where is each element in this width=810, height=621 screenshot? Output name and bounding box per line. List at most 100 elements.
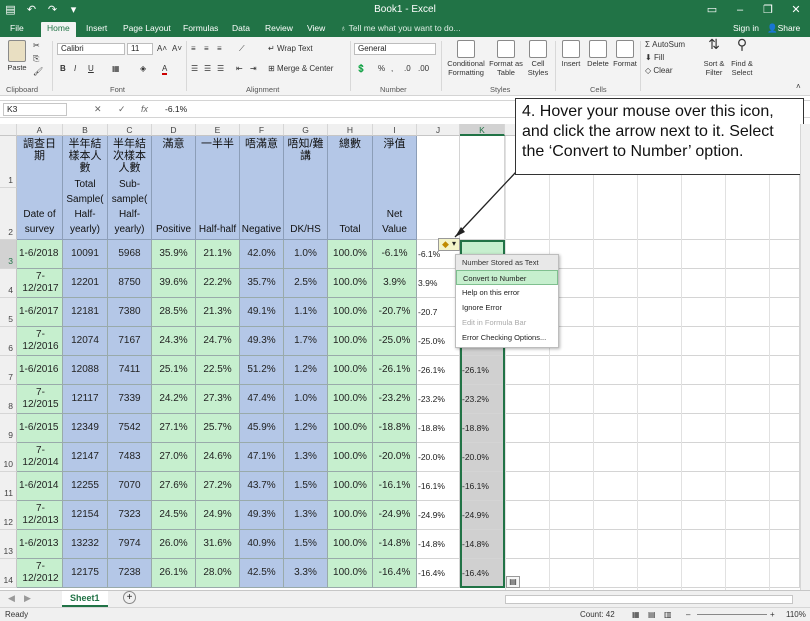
data-cell[interactable]: 28.5% (152, 298, 196, 327)
data-cell[interactable]: 1.1% (284, 298, 328, 327)
align-bottom-icon[interactable]: ≡ (217, 43, 222, 55)
grid-cell[interactable] (417, 136, 460, 240)
bold-icon[interactable]: B (60, 63, 66, 75)
data-cell[interactable]: 1-6/2015 (17, 414, 63, 443)
data-cell[interactable]: 1.0% (284, 240, 328, 269)
data-cell[interactable]: 1-6/2013 (17, 530, 63, 559)
paste-button[interactable]: Paste (5, 40, 29, 72)
percent-icon[interactable]: % (378, 63, 385, 75)
row-header-14[interactable]: 14 (0, 559, 17, 588)
data-cell[interactable]: 25.1% (152, 356, 196, 385)
data-cell[interactable]: 13232 (63, 530, 108, 559)
scroll-left-icon[interactable]: ◀ (8, 593, 15, 604)
text-number-cell[interactable]: -24.9% (417, 501, 460, 530)
sort-filter-button[interactable]: ⇅ Sort & Filter (700, 37, 728, 77)
shrink-font-icon[interactable]: A˅ (172, 43, 182, 55)
row-header-3[interactable]: 3 (0, 240, 17, 269)
data-cell[interactable]: 7070 (108, 472, 152, 501)
column-header-e[interactable]: E (196, 124, 240, 136)
data-cell[interactable]: 7542 (108, 414, 152, 443)
data-cell[interactable]: 100.0% (328, 559, 373, 588)
grid-cell[interactable] (460, 136, 505, 240)
orientation-icon[interactable]: ⟋ (239, 43, 245, 55)
data-cell[interactable]: 21.3% (196, 298, 240, 327)
name-box[interactable]: K3 (3, 103, 67, 116)
enter-icon[interactable]: ✓ (118, 104, 126, 115)
tab-home[interactable]: Home (41, 22, 76, 37)
row-header-6[interactable]: 6 (0, 327, 17, 356)
data-cell[interactable]: 100.0% (328, 530, 373, 559)
data-cell[interactable]: 35.9% (152, 240, 196, 269)
share-button[interactable]: 👤Share (767, 23, 800, 34)
row-header-5[interactable]: 5 (0, 298, 17, 327)
sign-in-link[interactable]: Sign in (733, 23, 759, 33)
data-cell[interactable]: 27.2% (196, 472, 240, 501)
data-cell[interactable]: 7167 (108, 327, 152, 356)
currency-icon[interactable]: 💲 (356, 63, 366, 75)
data-cell[interactable]: -20.0% (373, 443, 417, 472)
increase-decimal-icon[interactable]: .0 (404, 63, 411, 75)
page-break-view-icon[interactable]: ▥ (664, 608, 672, 621)
data-cell[interactable]: 100.0% (328, 385, 373, 414)
row-header-9[interactable]: 9 (0, 414, 17, 443)
data-cell[interactable]: 47.1% (240, 443, 284, 472)
data-cell[interactable]: -14.8% (373, 530, 417, 559)
tab-insert[interactable]: Insert (82, 22, 111, 37)
data-cell[interactable]: 12088 (63, 356, 108, 385)
data-cell[interactable]: 12117 (63, 385, 108, 414)
data-cell[interactable]: 28.0% (196, 559, 240, 588)
formula-input[interactable]: -6.1% (165, 104, 187, 114)
data-cell[interactable]: 1-6/2018 (17, 240, 63, 269)
italic-icon[interactable]: I (74, 63, 76, 75)
data-cell[interactable]: -24.9% (373, 501, 417, 530)
paste-options-icon[interactable]: ▤ (506, 576, 520, 588)
text-number-cell[interactable]: -20.7 (417, 298, 460, 327)
zoom-out-icon[interactable]: – (686, 608, 690, 621)
data-cell[interactable]: 24.6% (196, 443, 240, 472)
data-cell[interactable]: 1.2% (284, 414, 328, 443)
data-cell[interactable]: 42.0% (240, 240, 284, 269)
menu-item-convert-to-number[interactable]: Convert to Number (456, 270, 558, 285)
data-cell[interactable]: 100.0% (328, 298, 373, 327)
data-cell[interactable]: 12255 (63, 472, 108, 501)
data-cell[interactable]: 43.7% (240, 472, 284, 501)
data-cell[interactable]: 51.2% (240, 356, 284, 385)
normal-view-icon[interactable]: ▦ (632, 608, 640, 621)
data-cell[interactable]: 24.7% (196, 327, 240, 356)
data-cell[interactable]: -25.0% (373, 327, 417, 356)
text-number-cell[interactable]: -16.4% (417, 559, 460, 588)
fill-color-icon[interactable]: ◈ (140, 63, 146, 75)
data-cell[interactable]: -18.8% (373, 414, 417, 443)
increase-indent-icon[interactable]: ⇥ (250, 63, 257, 75)
align-right-icon[interactable]: ☰ (217, 63, 224, 75)
data-cell[interactable]: 25.7% (196, 414, 240, 443)
data-cell[interactable]: 24.3% (152, 327, 196, 356)
data-cell[interactable]: 100.0% (328, 356, 373, 385)
data-cell[interactable]: 49.1% (240, 298, 284, 327)
data-cell[interactable]: 7-12/2016 (17, 327, 63, 356)
data-cell[interactable]: 26.1% (152, 559, 196, 588)
data-cell[interactable]: 22.2% (196, 269, 240, 298)
data-cell[interactable]: 24.9% (196, 501, 240, 530)
zoom-slider[interactable] (697, 614, 767, 615)
error-warning-icon[interactable]: ◆ ▾ (438, 238, 460, 251)
data-cell[interactable]: -16.1% (373, 472, 417, 501)
data-cell[interactable]: 1.0% (284, 385, 328, 414)
close-icon[interactable]: ✕ (782, 0, 810, 20)
data-cell[interactable]: -23.2% (373, 385, 417, 414)
data-cell[interactable]: 2.5% (284, 269, 328, 298)
data-cell[interactable]: 7-12/2012 (17, 559, 63, 588)
data-cell[interactable]: 7-12/2015 (17, 385, 63, 414)
tab-file[interactable]: File (6, 22, 28, 37)
ribbon-display-icon[interactable]: ▭ (698, 0, 726, 20)
data-cell[interactable]: -6.1% (373, 240, 417, 269)
tab-formulas[interactable]: Formulas (179, 22, 222, 37)
collapse-ribbon-icon[interactable]: ˄ (796, 81, 801, 93)
tab-review[interactable]: Review (261, 22, 297, 37)
column-header-a[interactable]: A (17, 124, 63, 136)
decrease-decimal-icon[interactable]: .00 (418, 63, 429, 75)
data-cell[interactable]: 100.0% (328, 501, 373, 530)
data-cell[interactable]: 7-12/2017 (17, 269, 63, 298)
align-left-icon[interactable]: ☰ (191, 63, 198, 75)
text-number-cell[interactable]: 3.9% (417, 269, 460, 298)
